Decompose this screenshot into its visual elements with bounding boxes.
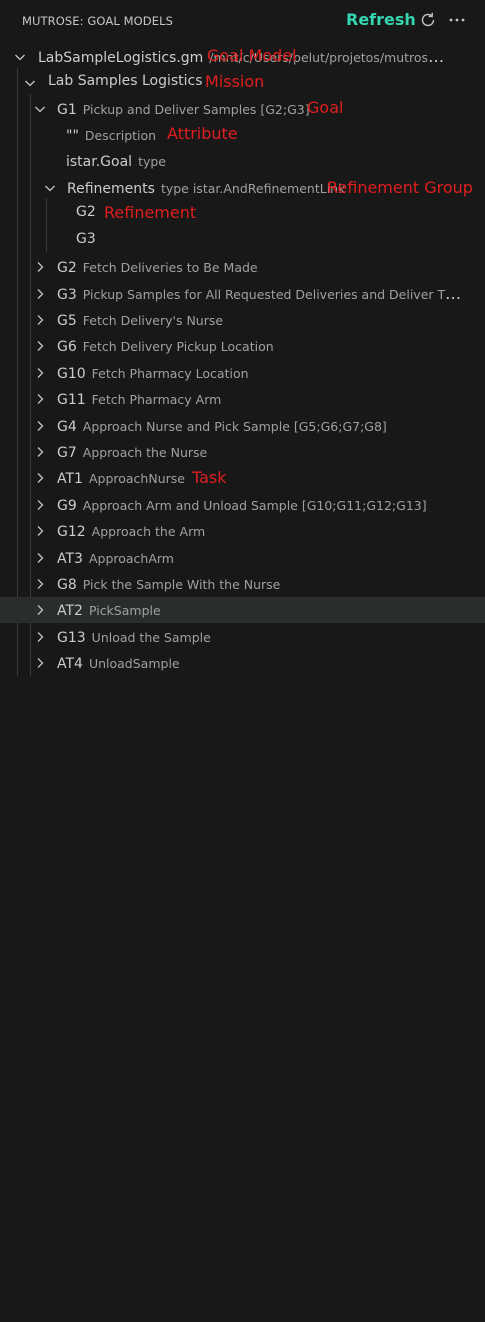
- tree-item-label: G5: [57, 313, 77, 329]
- tree-item-goal[interactable]: G12 Approach the Arm: [0, 518, 485, 544]
- tree-item-label: G1: [57, 102, 77, 118]
- chevron-right-icon[interactable]: [32, 444, 48, 460]
- tree-item-label: G6: [57, 339, 77, 355]
- tree-item-label: G9: [57, 498, 77, 514]
- chevron-down-icon[interactable]: [22, 75, 38, 91]
- tree-item-label: LabSampleLogistics.gm: [38, 50, 204, 66]
- tree-item-description: Fetch Deliveries to Be Made: [82, 260, 258, 275]
- tree-item-description: Approach the Arm: [91, 524, 206, 539]
- tree-item-label: G11: [57, 392, 86, 408]
- tree-item-label: G10: [57, 366, 86, 382]
- tree-item-type[interactable]: istar.Goal type: [0, 148, 485, 174]
- panel-header: MUTROSE: GOAL MODELS Refresh: [0, 0, 485, 42]
- tree-item-description: type: [138, 154, 166, 169]
- tree-item-label: G12: [57, 524, 86, 540]
- tree-item-description: type istar.AndRefinementLink: [160, 181, 346, 196]
- chevron-down-icon[interactable]: [12, 49, 28, 65]
- tree-item-refinement-g2[interactable]: G2: [0, 201, 485, 227]
- panel-title: MUTROSE: GOAL MODELS: [22, 14, 173, 28]
- chevron-right-icon[interactable]: [32, 312, 48, 328]
- chevron-down-icon[interactable]: [42, 180, 58, 196]
- tree-item-label: AT4: [57, 656, 83, 672]
- chevron-right-icon[interactable]: [32, 655, 48, 671]
- tree-item-goal[interactable]: G2 Fetch Deliveries to Be Made: [0, 254, 485, 280]
- chevron-right-icon[interactable]: [32, 391, 48, 407]
- ellipsis-icon[interactable]: [447, 10, 467, 30]
- chevron-down-icon[interactable]: [32, 101, 48, 117]
- tree-item-goal[interactable]: G11 Fetch Pharmacy Arm: [0, 386, 485, 412]
- tree-item-label: Refinements: [67, 181, 155, 197]
- chevron-right-icon[interactable]: [32, 497, 48, 513]
- chevron-right-icon[interactable]: [32, 576, 48, 592]
- tree-item-description: Approach Nurse and Pick Sample [G5;G6;G7…: [82, 419, 387, 434]
- tree-item-label: G13: [57, 630, 86, 646]
- tree-item-description: Fetch Pharmacy Location: [91, 366, 249, 381]
- tree-item-goal-g1[interactable]: G1 Pickup and Deliver Samples [G2;G3]: [0, 96, 485, 122]
- tree-item-description: Fetch Delivery's Nurse: [82, 313, 224, 328]
- tree-item-label: G8: [57, 577, 77, 593]
- chevron-right-icon[interactable]: [32, 365, 48, 381]
- tree-item-goal[interactable]: G10 Fetch Pharmacy Location: [0, 360, 485, 386]
- tree-item-description: ApproachNurse: [88, 471, 185, 486]
- tree-item-goal[interactable]: G6 Fetch Delivery Pickup Location: [0, 333, 485, 359]
- tree-item-label: G3: [57, 287, 77, 303]
- annotation-refinement: Refinement: [104, 203, 197, 222]
- chevron-right-icon[interactable]: [32, 286, 48, 302]
- chevron-right-icon[interactable]: [32, 602, 48, 618]
- refresh-annotation: Refresh: [346, 10, 416, 29]
- tree-item-description: Unload the Sample: [91, 630, 211, 645]
- chevron-right-icon[interactable]: [32, 523, 48, 539]
- tree-item-label: AT3: [57, 551, 83, 567]
- tree-item-description: PickSample: [88, 603, 161, 618]
- tree-item-label: G7: [57, 445, 77, 461]
- tree-item-attribute[interactable]: "" Description: [0, 122, 485, 148]
- annotation-goal-model: Goal Model: [207, 46, 297, 65]
- tree-item-goal[interactable]: G9 Approach Arm and Unload Sample [G10;G1…: [0, 492, 485, 518]
- annotation-attribute: Attribute: [167, 124, 238, 143]
- tree-item-goal[interactable]: G7 Approach the Nurse: [0, 439, 485, 465]
- annotation-mission: Mission: [205, 72, 265, 91]
- tree-item-label: G4: [57, 419, 77, 435]
- tree-item-refinement-g3[interactable]: G3: [0, 228, 485, 254]
- chevron-right-icon[interactable]: [32, 418, 48, 434]
- tree-item-label: AT2: [57, 603, 83, 619]
- tree-item-task[interactable]: AT3 ApproachArm: [0, 545, 485, 571]
- tree-item-description: Pick the Sample With the Nurse: [82, 577, 281, 592]
- tree-item-description: Pickup Samples for All Requested Deliver…: [82, 287, 467, 302]
- tree-item-goal[interactable]: G5 Fetch Delivery's Nurse: [0, 307, 485, 333]
- tree-item-goal[interactable]: G3 Pickup Samples for All Requested Deliv…: [0, 281, 485, 307]
- tree-item-description: Pickup and Deliver Samples [G2;G3]: [82, 102, 310, 117]
- tree-item-description: Description: [84, 128, 157, 143]
- tree-item-description: Fetch Pharmacy Arm: [91, 392, 222, 407]
- tree-item-description: Fetch Delivery Pickup Location: [82, 339, 274, 354]
- chevron-right-icon[interactable]: [32, 470, 48, 486]
- tree-item-goal[interactable]: G8 Pick the Sample With the Nurse: [0, 571, 485, 597]
- tree-item-label: G2: [76, 204, 96, 220]
- tree-item-description: Approach Arm and Unload Sample [G10;G11;…: [82, 498, 427, 513]
- chevron-right-icon[interactable]: [32, 550, 48, 566]
- annotation-refinement-group: Refinement Group: [327, 178, 473, 197]
- chevron-right-icon[interactable]: [32, 259, 48, 275]
- tree-item-label: AT1: [57, 471, 83, 487]
- tree-item-task[interactable]: AT2 PickSample: [0, 597, 485, 623]
- tree-item-goal[interactable]: G13 Unload the Sample: [0, 624, 485, 650]
- tree-item-description: Approach the Nurse: [82, 445, 208, 460]
- tree-item-label: G3: [76, 231, 96, 247]
- tree-item-label: G2: [57, 260, 77, 276]
- tree-item-description: ApproachArm: [88, 551, 174, 566]
- tree-item-label: istar.Goal: [66, 154, 133, 170]
- chevron-right-icon[interactable]: [32, 338, 48, 354]
- annotation-goal: Goal: [307, 98, 344, 117]
- tree-item-task[interactable]: AT4 UnloadSample: [0, 650, 485, 676]
- tree-item-label: Lab Samples Logistics: [48, 73, 203, 89]
- refresh-icon[interactable]: [418, 10, 438, 30]
- annotation-task: Task: [192, 468, 227, 487]
- tree-item-label: "": [66, 128, 79, 144]
- tree-item-goal[interactable]: G4 Approach Nurse and Pick Sample [G5;G6;…: [0, 413, 485, 439]
- tree-item-task[interactable]: AT1 ApproachNurse: [0, 465, 485, 491]
- tree-item-description: UnloadSample: [88, 656, 180, 671]
- chevron-right-icon[interactable]: [32, 629, 48, 645]
